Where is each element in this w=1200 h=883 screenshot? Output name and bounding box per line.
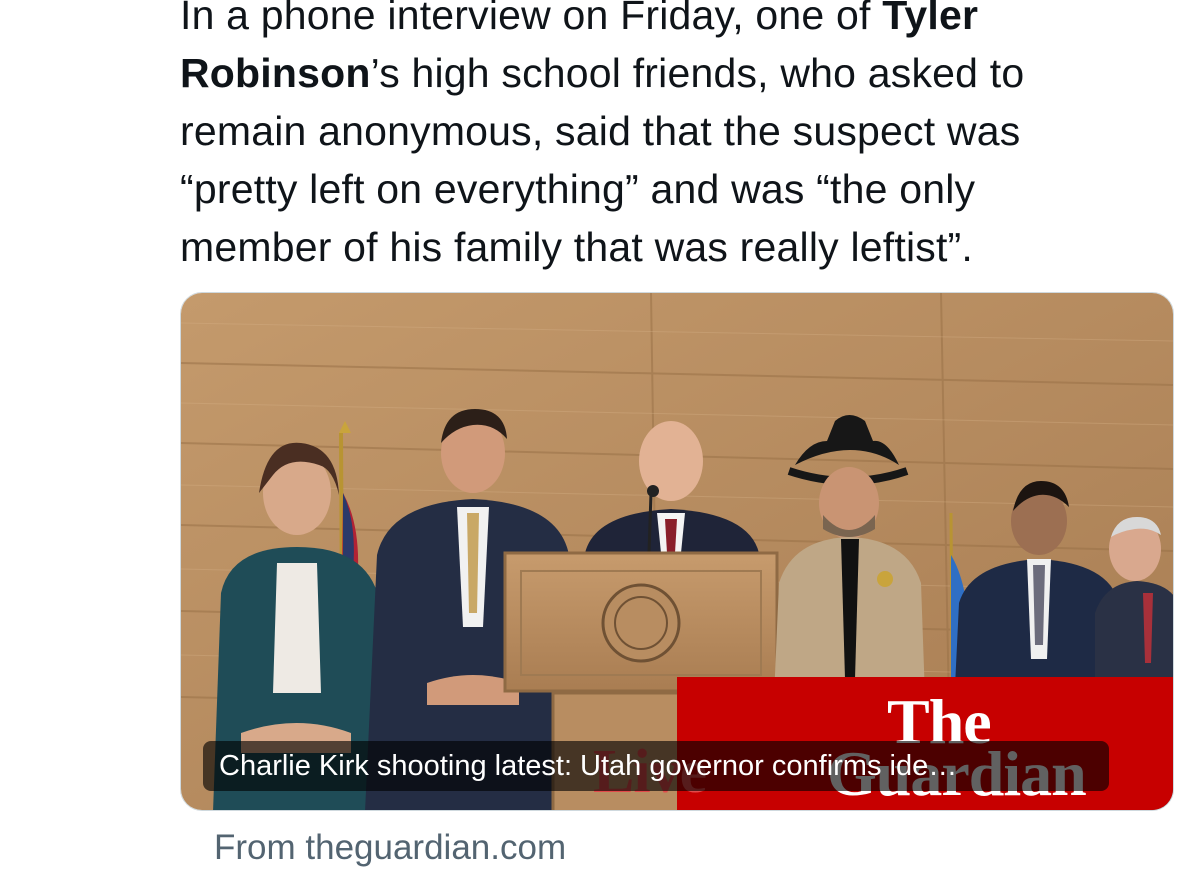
post-line-4: “pretty left on everything” and was “the… — [180, 166, 976, 212]
post-text: In a phone interview on Friday, one of T… — [180, 0, 1140, 276]
post-line-5: member of his family that was really lef… — [180, 224, 973, 270]
post-line-3: remain anonymous, said that the suspect … — [180, 108, 1021, 154]
link-source-domain[interactable]: From theguardian.com — [214, 826, 566, 870]
post-line-2: Robinson’s high school friends, who aske… — [180, 50, 1025, 96]
mention-robinson: Robinson — [180, 50, 371, 96]
link-preview-card[interactable]: The Live Guardian Charlie Kirk shooting … — [180, 292, 1174, 811]
card-caption[interactable]: Charlie Kirk shooting latest: Utah gover… — [203, 741, 1109, 791]
mention-tyler: Tyler — [882, 0, 979, 38]
post-line-1: In a phone interview on Friday, one of T… — [180, 0, 1140, 44]
